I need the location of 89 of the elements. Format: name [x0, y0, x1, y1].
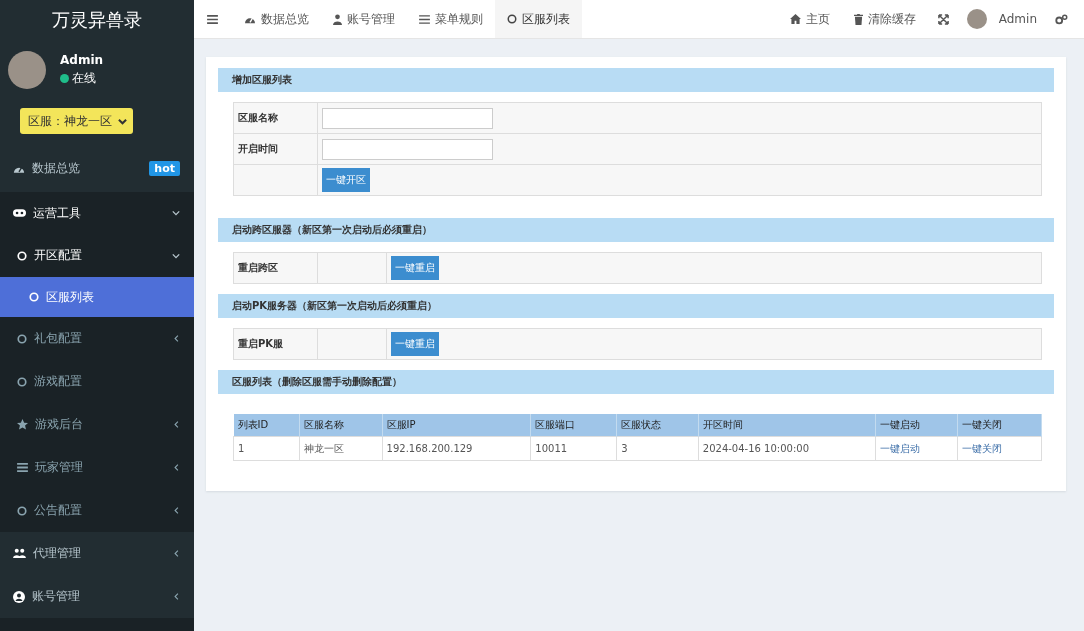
chevron-down-icon	[118, 116, 127, 126]
column-header: 一键关闭	[957, 414, 1042, 437]
restart-button[interactable]: 一键重启	[391, 256, 439, 280]
menu-item[interactable]: 账号管理	[0, 575, 194, 618]
menu-label: 代理管理	[33, 545, 82, 562]
user-circle-icon	[13, 590, 25, 603]
list-icon	[419, 14, 430, 24]
circle-icon	[29, 292, 39, 302]
input-field[interactable]	[322, 138, 493, 160]
menu-label: 区服列表	[46, 288, 95, 306]
circle-icon	[17, 505, 27, 516]
column-header: 区服IP	[382, 414, 531, 437]
menu-item[interactable]: 数据总览 hot	[0, 144, 194, 192]
submenu-item[interactable]: 礼包配置	[0, 317, 194, 360]
server-select[interactable]: 区服：神龙一区	[20, 108, 133, 134]
home-icon	[789, 14, 801, 24]
settings-icon[interactable]	[1055, 13, 1068, 25]
users-icon	[13, 548, 26, 559]
avatar	[8, 51, 46, 89]
user-icon	[333, 13, 342, 25]
field-label: 重启跨区	[234, 253, 318, 283]
user-status: 在线	[72, 70, 96, 87]
column-header: 区服端口	[530, 414, 617, 437]
section-header: 增加区服列表	[218, 68, 1054, 92]
field-label: 区服名称	[234, 103, 318, 133]
user-name: Admin	[60, 53, 104, 67]
column-header: 区服状态	[616, 414, 699, 437]
section-header: 启动PK服务器（新区第一次启动后必须重启）	[218, 294, 1054, 318]
section-header: 区服列表（删除区服需手动删除配置）	[218, 370, 1054, 394]
menu-label: 开区配置	[34, 247, 83, 264]
table-cell: 192.168.200.129	[382, 436, 531, 461]
chevron-down-icon	[172, 209, 180, 217]
table-cell: 2024-04-16 10:00:00	[698, 436, 876, 461]
submenu-item[interactable]: 玩家管理	[0, 446, 194, 489]
table-cell: 1	[233, 436, 300, 461]
chevron-left-icon	[173, 507, 180, 514]
fullscreen-icon[interactable]	[937, 13, 949, 25]
field-label: 重启PK服	[234, 329, 318, 359]
field-label: 开启时间	[234, 134, 318, 164]
column-header: 区服名称	[299, 414, 383, 437]
trash-icon	[853, 13, 863, 25]
user-menu[interactable]: Admin	[958, 0, 1045, 38]
top-link[interactable]: 主页	[777, 0, 842, 38]
nav-tab[interactable]: 菜单规则	[407, 0, 495, 38]
menu-label: 游戏后台	[35, 416, 84, 433]
chevron-left-icon	[173, 550, 180, 557]
nav-tab[interactable]: 数据总览	[232, 0, 321, 38]
top-link[interactable]: 清除缓存	[841, 0, 928, 38]
list-icon	[17, 463, 28, 472]
gamepad-icon	[13, 209, 26, 217]
circle-icon	[17, 250, 27, 261]
menu-label: 账号管理	[32, 588, 81, 605]
app-title: 万灵异兽录	[0, 0, 194, 40]
input-field[interactable]	[322, 107, 493, 129]
chevron-left-icon	[173, 593, 180, 600]
star-icon	[17, 419, 28, 430]
circle-icon	[507, 14, 517, 24]
avatar	[966, 9, 987, 29]
circle-icon	[17, 333, 27, 344]
table-cell: 3	[616, 436, 699, 461]
menu-label: 游戏配置	[34, 373, 83, 390]
chevron-left-icon	[173, 335, 180, 342]
chevron-down-icon	[172, 251, 180, 260]
menu-label: 数据总览	[32, 159, 81, 177]
submenu-item[interactable]: 游戏后台	[0, 403, 194, 446]
table-cell: 神龙一区	[299, 436, 383, 461]
hot-badge: hot	[149, 160, 180, 176]
chevron-left-icon	[173, 421, 180, 428]
menu-icon[interactable]	[207, 14, 218, 24]
table-cell: 10011	[530, 436, 617, 461]
section-header: 启动跨区服器（新区第一次启动后必须重启）	[218, 218, 1054, 242]
menu-label: 礼包配置	[34, 330, 83, 347]
menu-label: 公告配置	[34, 502, 83, 519]
chevron-left-icon	[173, 464, 180, 471]
restart-button[interactable]: 一键重启	[391, 332, 439, 356]
menu-label: 玩家管理	[35, 459, 84, 476]
submenu-item[interactable]: 区服列表	[0, 277, 194, 317]
column-header: 列表ID	[233, 414, 300, 437]
open-server-button[interactable]: 一键开区	[322, 168, 370, 192]
column-header: 一键启动	[875, 414, 958, 437]
nav-tab[interactable]: 区服列表	[495, 0, 582, 38]
circle-icon	[17, 376, 27, 387]
menu-item[interactable]: 代理管理	[0, 532, 194, 575]
submenu-item[interactable]: 公告配置	[0, 489, 194, 532]
submenu-item[interactable]: 游戏配置	[0, 360, 194, 403]
menu-label: 运营工具	[33, 204, 82, 222]
submenu-item[interactable]: 开区配置	[0, 234, 194, 277]
nav-tab[interactable]: 账号管理	[321, 0, 407, 38]
column-header: 开区时间	[698, 414, 876, 437]
